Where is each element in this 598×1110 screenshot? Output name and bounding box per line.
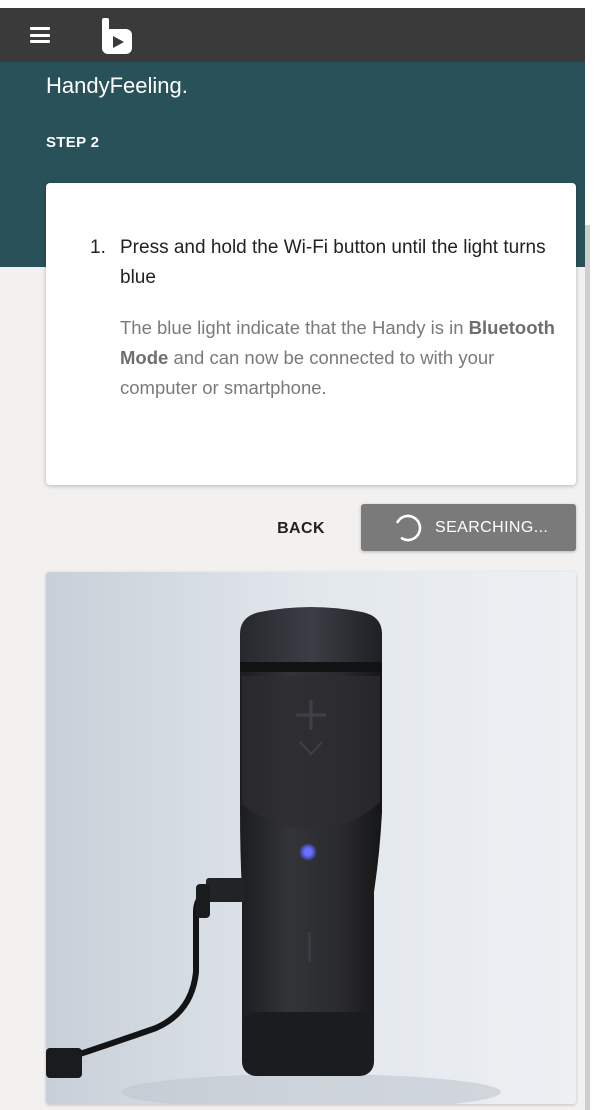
searching-label: SEARCHING... [435, 518, 549, 536]
instruction-body-suffix: and can now be connected to with your co… [120, 347, 495, 398]
loading-spinner-icon [396, 514, 422, 541]
top-edge [0, 0, 598, 8]
instruction-body: The blue light indicate that the Handy i… [120, 313, 565, 403]
handy-device-photo [46, 572, 576, 1104]
top-app-bar [0, 8, 585, 62]
step-label: STEP 2 [46, 134, 100, 151]
handy-logo-icon[interactable] [100, 16, 136, 56]
instruction-number: 1. [90, 237, 106, 258]
back-button[interactable]: BACK [270, 507, 332, 551]
hero-text: HandyFeeling. [46, 73, 188, 98]
hamburger-menu-icon[interactable] [30, 27, 50, 43]
app-frame: HandyFeeling. STEP 2 1. Press and hold t… [0, 0, 598, 1110]
instruction-title: Press and hold the Wi-Fi button until th… [120, 237, 546, 288]
searching-button[interactable]: SEARCHING... [361, 504, 576, 551]
instruction-body-prefix: The blue light indicate that the Handy i… [120, 317, 469, 338]
scrollbar[interactable] [585, 225, 590, 1110]
instruction-card: 1. Press and hold the Wi-Fi button until… [46, 183, 576, 485]
